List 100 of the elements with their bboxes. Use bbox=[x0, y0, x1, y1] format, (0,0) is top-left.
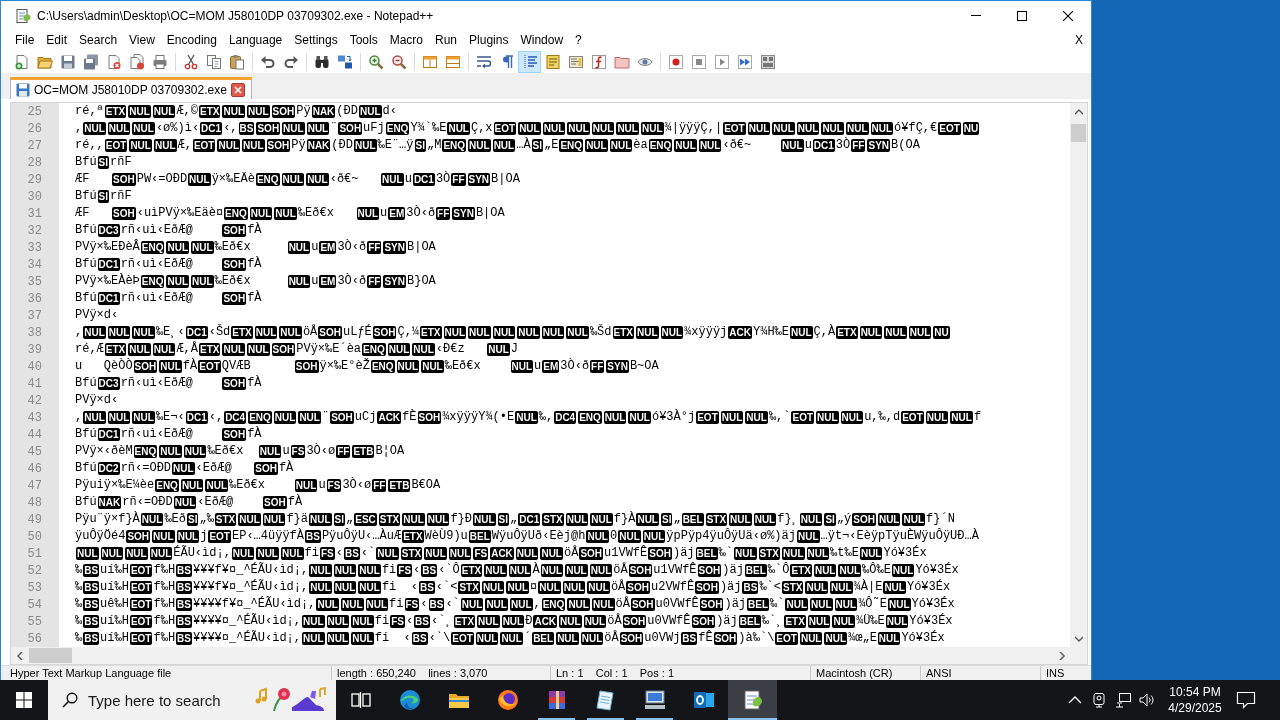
control-code: NUL bbox=[813, 564, 837, 577]
control-code: SOH bbox=[626, 581, 650, 594]
control-code: NUL bbox=[279, 326, 302, 339]
code-text: ‰E¸‹ bbox=[155, 324, 185, 341]
scroll-thumb[interactable] bbox=[1071, 124, 1086, 142]
control-code: ENQ bbox=[140, 275, 165, 288]
control-code: NUL bbox=[720, 411, 744, 424]
control-code: NUL bbox=[891, 564, 915, 577]
control-code: ETB bbox=[388, 479, 411, 492]
scroll-thumb[interactable] bbox=[29, 648, 72, 663]
menu-item[interactable]: File bbox=[9, 30, 41, 50]
control-code: NUL bbox=[173, 496, 197, 509]
control-code: NUL bbox=[326, 615, 350, 628]
menu-item[interactable]: Settings bbox=[288, 30, 344, 50]
code-text: ‰Eð€x bbox=[444, 358, 482, 375]
menu-item[interactable]: Language bbox=[222, 30, 289, 50]
line-number: 56 bbox=[26, 631, 43, 646]
file-tab[interactable]: OC=MOM J58010DP 03709302.exe bbox=[10, 77, 252, 99]
control-code: BS bbox=[414, 615, 430, 628]
control-code: DC1 bbox=[97, 292, 120, 305]
control-code: NUL bbox=[834, 598, 858, 611]
code-text: ‰`< bbox=[759, 579, 781, 596]
caret-up-icon bbox=[1074, 107, 1083, 116]
control-code: NUL bbox=[152, 105, 176, 118]
control-code: NUL bbox=[396, 360, 420, 373]
close-document-button[interactable]: X bbox=[1071, 30, 1087, 50]
code-text: PVÿ×d‹ bbox=[75, 307, 119, 324]
stop-icon bbox=[690, 53, 707, 70]
search-field[interactable]: Type here to search bbox=[48, 680, 336, 720]
menu-item[interactable]: Tools bbox=[343, 30, 384, 50]
control-code: NUL bbox=[309, 564, 332, 577]
control-code: NUL bbox=[745, 411, 768, 424]
control-code: NUL bbox=[859, 326, 883, 339]
menu-item[interactable]: Macro bbox=[383, 30, 429, 50]
vertical-scrollbar[interactable] bbox=[1070, 103, 1087, 647]
control-code: NUL bbox=[159, 445, 182, 458]
code-text: j bbox=[200, 528, 208, 545]
line-number: 51 bbox=[26, 546, 43, 561]
control-code: SOH bbox=[133, 360, 158, 373]
menu-item[interactable]: View bbox=[123, 30, 161, 50]
code-text: Y¾H‰E bbox=[753, 324, 789, 341]
tab-close-icon[interactable] bbox=[230, 82, 245, 97]
code-text: 3Ò‹ø bbox=[342, 477, 372, 494]
code-text: Pÿuiÿ×‰E¼èe bbox=[75, 477, 155, 494]
indent-guide-button[interactable] bbox=[518, 50, 541, 73]
menu-item[interactable]: Window bbox=[514, 30, 570, 50]
horizontal-scrollbar[interactable] bbox=[11, 647, 1070, 664]
split-horizontal-icon bbox=[444, 53, 461, 70]
control-code: NUL bbox=[274, 207, 297, 220]
code-text: ‹`\ bbox=[428, 630, 451, 647]
code-text: ¾|ÿÿÿÇ,| bbox=[664, 120, 723, 137]
menu-item[interactable]: Edit bbox=[40, 30, 74, 50]
code-text: ‰Eð€x bbox=[297, 205, 335, 222]
copy-icon bbox=[205, 53, 222, 70]
clock-time[interactable]: 10:54 PM bbox=[1169, 684, 1221, 700]
control-code: STX bbox=[542, 513, 564, 526]
control-code: ENQ bbox=[255, 173, 280, 186]
close-file-icon bbox=[105, 53, 122, 70]
code-text: 0 bbox=[610, 528, 618, 545]
control-code: NUL bbox=[333, 564, 357, 577]
code-text: Yó¥3Éx bbox=[901, 630, 945, 647]
control-code: FS bbox=[319, 547, 335, 560]
menu-item[interactable]: Search bbox=[73, 30, 124, 50]
control-code: NUL bbox=[282, 122, 305, 135]
control-code: NUL bbox=[302, 615, 325, 628]
menu-item[interactable]: Encoding bbox=[160, 30, 223, 50]
code-text: ÆF bbox=[75, 205, 91, 222]
line-number: 43 bbox=[26, 410, 43, 425]
control-code: DC4 bbox=[554, 411, 577, 424]
code-text: , bbox=[533, 596, 541, 613]
code-text: ‰Eð€x bbox=[229, 477, 267, 494]
menu-item[interactable]: Plugins bbox=[463, 30, 515, 50]
code-text: ‰E¨…ÿ bbox=[377, 137, 414, 154]
fast-forward-icon bbox=[736, 53, 753, 70]
code-text: 3Ò‹ð bbox=[406, 205, 436, 222]
control-code: ENQ bbox=[224, 207, 248, 220]
code-text: B|OA bbox=[475, 205, 505, 222]
code-text: Yó¥3Éx bbox=[911, 596, 955, 613]
control-code: EM bbox=[542, 360, 560, 373]
clock-date[interactable]: 4/29/2025 bbox=[1168, 700, 1222, 716]
code-text: u bbox=[534, 358, 542, 375]
code-text: 3Ò‹ø bbox=[306, 443, 336, 460]
menu-item[interactable]: ? bbox=[569, 30, 588, 50]
control-code: ACK bbox=[377, 411, 402, 424]
code-text: ‹ bbox=[413, 562, 421, 579]
line-number: 52 bbox=[26, 563, 43, 578]
control-code: ETX bbox=[402, 530, 424, 543]
code-text: ‹EðÆ@ bbox=[197, 494, 235, 511]
control-code: SOH bbox=[338, 122, 363, 135]
control-code: SOH bbox=[372, 326, 397, 339]
code-text: ‹ð€~ bbox=[329, 171, 360, 188]
control-code: NUL bbox=[510, 360, 534, 373]
control-code: ETX bbox=[231, 326, 253, 339]
code-text: „ bbox=[673, 511, 681, 528]
notepad-app-button[interactable] bbox=[728, 680, 777, 720]
code-text: ‰t‰E bbox=[830, 545, 859, 562]
line-number: 44 bbox=[26, 427, 43, 442]
menu-item[interactable]: Run bbox=[429, 30, 464, 50]
control-code: NUL bbox=[541, 326, 565, 339]
control-code: SOH bbox=[697, 564, 722, 577]
